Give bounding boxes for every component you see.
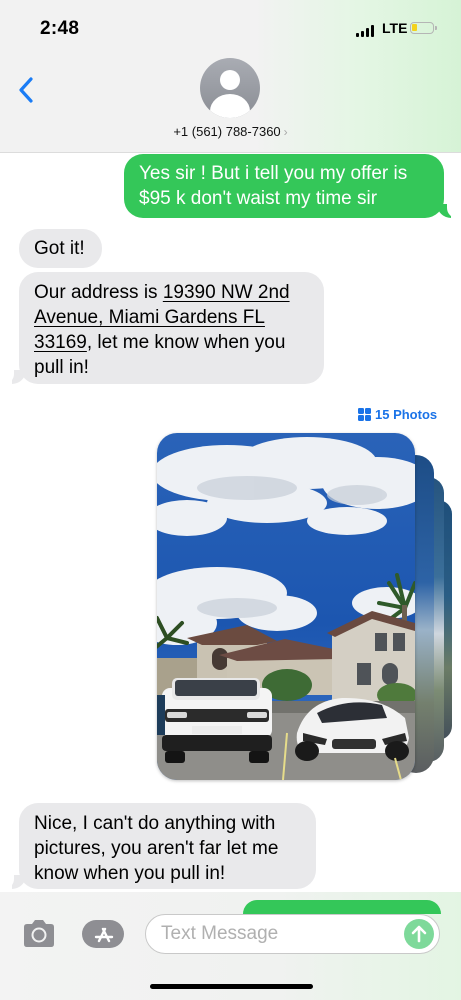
conversation-header: 2:48 LTE +1 (561) 788-7360 › bbox=[0, 0, 461, 153]
back-chevron-icon bbox=[19, 77, 33, 103]
incoming-message[interactable]: Our address is 19390 NW 2nd Avenue, Miam… bbox=[19, 272, 324, 384]
outgoing-message-peek bbox=[243, 900, 441, 914]
contact-avatar-icon[interactable] bbox=[200, 58, 260, 118]
message-text: Nice, I can't do anything with pictures,… bbox=[34, 813, 279, 884]
incoming-message[interactable]: Nice, I can't do anything with pictures,… bbox=[19, 803, 316, 889]
status-time: 2:48 bbox=[40, 18, 80, 39]
battery-icon bbox=[410, 22, 437, 34]
network-type: LTE bbox=[382, 20, 408, 36]
message-text: Yes sir ! But i tell you my offer is $95… bbox=[139, 163, 408, 209]
message-text: Got it! bbox=[34, 238, 85, 259]
photo-thumbnail[interactable] bbox=[157, 433, 415, 780]
photo-grid-icon bbox=[358, 408, 371, 421]
contact-number: +1 (561) 788-7360 bbox=[173, 124, 281, 139]
photos-count-label: 15 Photos bbox=[375, 407, 438, 422]
send-button[interactable] bbox=[404, 919, 434, 949]
camera-icon bbox=[24, 920, 54, 947]
contact-name[interactable]: +1 (561) 788-7360 › bbox=[0, 124, 461, 139]
back-button[interactable] bbox=[16, 74, 40, 106]
app-store-icon bbox=[82, 920, 124, 948]
send-arrow-icon bbox=[411, 925, 427, 943]
incoming-message[interactable]: Got it! bbox=[19, 229, 102, 268]
outgoing-message[interactable]: Yes sir ! But i tell you my offer is $95… bbox=[124, 154, 444, 218]
camera-button[interactable] bbox=[20, 918, 58, 950]
car-photo-image bbox=[157, 433, 415, 780]
message-text: Our address is bbox=[34, 282, 163, 303]
home-indicator bbox=[150, 984, 313, 989]
chevron-right-icon: › bbox=[283, 125, 288, 139]
photos-link[interactable]: 15 Photos bbox=[358, 407, 437, 422]
message-input[interactable] bbox=[145, 914, 440, 954]
app-store-button[interactable] bbox=[82, 918, 126, 950]
signal-icon bbox=[356, 25, 376, 37]
